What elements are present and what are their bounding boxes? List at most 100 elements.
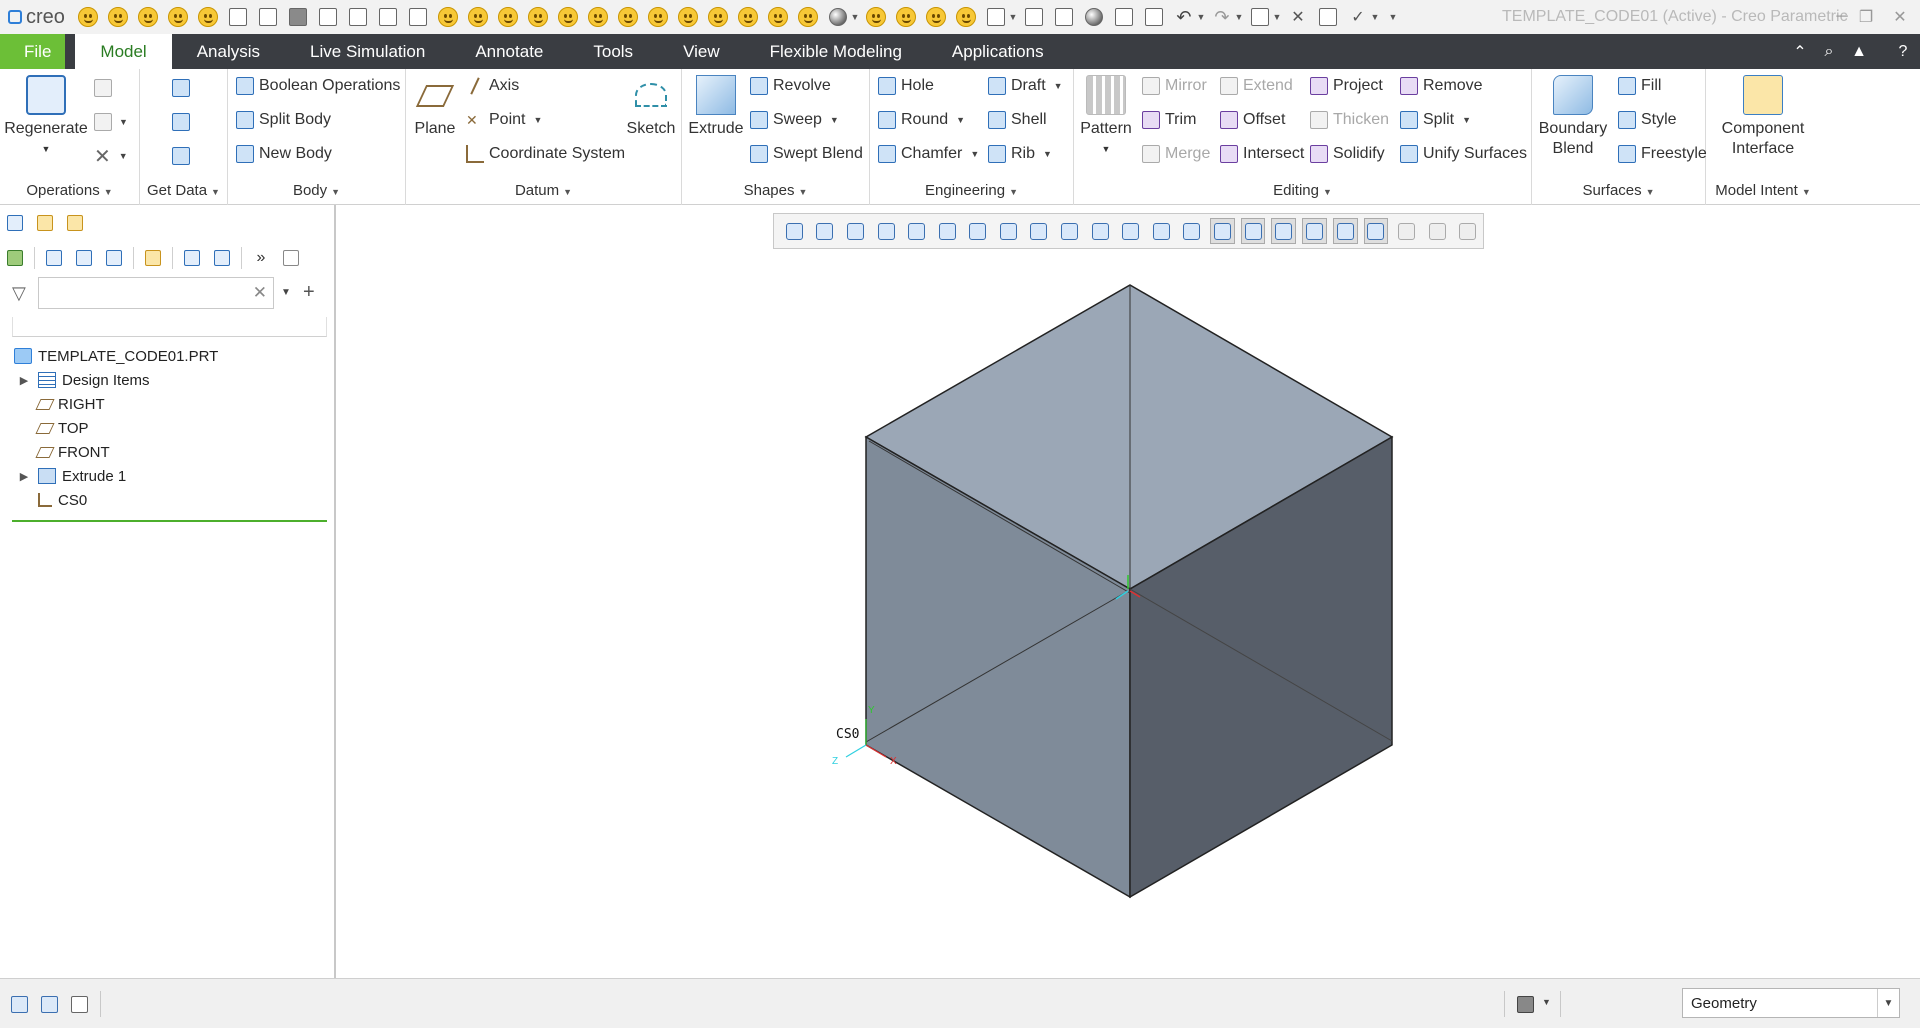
shell-button[interactable]: Shell [988,107,1047,133]
expand-arrow-icon[interactable]: ▶ [16,468,32,484]
smiley-icon[interactable] [163,2,193,32]
coordinate-system-button[interactable]: Coordinate System [466,141,625,167]
split-body-button[interactable]: Split Body [236,107,331,133]
fill-button[interactable]: Fill [1618,73,1661,99]
smiley-icon[interactable] [523,2,553,32]
smiley-icon[interactable] [643,2,673,32]
search-options-icon[interactable]: ▼ [281,287,291,298]
check-icon[interactable]: ✓ [1343,2,1373,32]
smiley-icon[interactable] [493,2,523,32]
tab-live-simulation[interactable]: Live Simulation [285,34,450,69]
no-entry-icon[interactable] [1079,2,1109,32]
tab-file[interactable]: File [0,34,66,69]
tab-tools[interactable]: Tools [568,34,658,69]
chevron-down-icon[interactable]: ▼ [1877,989,1899,1017]
sphere-icon[interactable] [823,2,853,32]
find-icon[interactable] [1514,993,1536,1015]
tab-applications[interactable]: Applications [927,34,1069,69]
group-label-model-intent[interactable]: Model Intent ▼ [1706,182,1820,199]
smiley-icon[interactable] [193,2,223,32]
smiley-icon[interactable] [553,2,583,32]
smiley-icon[interactable] [891,2,921,32]
extend-button[interactable]: Extend [1220,73,1293,99]
chamfer-button[interactable]: Chamfer ▼ [878,141,979,167]
component-interface-button[interactable]: Component Interface [1710,75,1816,159]
copy-button[interactable] [94,75,117,101]
rib-button[interactable]: Rib ▼ [988,141,1052,167]
tree-item-front[interactable]: FRONT [0,440,336,464]
close-window-icon[interactable]: ✕ [1283,2,1313,32]
erase-icon[interactable] [373,2,403,32]
thicken-button[interactable]: Thicken [1310,107,1389,133]
extrude-button[interactable]: Extrude [688,75,744,139]
group-label-operations[interactable]: Operations ▼ [0,182,139,199]
split-button[interactable]: Split ▼ [1400,107,1471,133]
round-button[interactable]: Round ▼ [878,107,965,133]
model-tree-tab-icon[interactable] [4,213,26,233]
group-label-shapes[interactable]: Shapes ▼ [682,182,869,199]
paste-button[interactable]: ▼ [94,109,128,135]
swept-blend-button[interactable]: Swept Blend [750,141,863,167]
full-screen-icon[interactable] [68,993,90,1015]
group-label-body[interactable]: Body ▼ [228,182,405,199]
tab-flexible-modeling[interactable]: Flexible Modeling [745,34,927,69]
redo-icon[interactable]: ↷ [1207,2,1237,32]
smiley-icon[interactable] [763,2,793,32]
smiley-icon[interactable] [951,2,981,32]
text-icon[interactable] [1313,2,1343,32]
edit-icon[interactable] [343,2,373,32]
delete-button[interactable]: ✕ ▼ [94,143,128,169]
save-icon[interactable] [283,2,313,32]
measure-icon[interactable] [981,2,1011,32]
axis-button[interactable]: Axis [466,73,519,99]
smiley-icon[interactable] [463,2,493,32]
wave-icon[interactable] [1049,2,1079,32]
layers-icon[interactable] [142,248,164,268]
selection-filter-dropdown[interactable]: Geometry ▼ [1682,988,1900,1018]
favorites-tab-icon[interactable] [64,213,86,233]
sketch-icon[interactable] [1019,2,1049,32]
search-icon[interactable]: ⌕ [1816,34,1842,69]
find-options-icon[interactable]: ▼ [1542,997,1551,1007]
tree-item-right[interactable]: RIGHT [0,392,336,416]
tree-item-cs0[interactable]: CS0 [0,488,336,512]
point-button[interactable]: ✕ Point ▼ [466,107,542,133]
tree-filter-icon[interactable] [73,248,95,268]
show-icon[interactable] [211,248,233,268]
tree-item-top[interactable]: TOP [0,416,336,440]
draft-button[interactable]: Draft ▼ [988,73,1063,99]
smiley-icon[interactable] [921,2,951,32]
tree-item-extrude-1[interactable]: ▶ Extrude 1 [0,464,336,488]
expand-arrow-icon[interactable]: ▶ [16,372,32,388]
close-icon[interactable]: ✕ [1880,0,1920,34]
smiley-icon[interactable] [861,2,891,32]
clear-search-icon[interactable]: ✕ [253,283,267,303]
mirror-button[interactable]: Mirror [1142,73,1207,99]
smiley-icon[interactable] [433,2,463,32]
freestyle-button[interactable]: Freestyle [1618,141,1707,167]
tab-view[interactable]: View [658,34,745,69]
unify-surfaces-button[interactable]: Unify Surfaces [1400,141,1527,167]
smiley-icon[interactable] [583,2,613,32]
more-icon[interactable]: » [250,248,272,268]
customize-qat-icon[interactable]: ▼ [1387,12,1399,22]
help-icon[interactable]: ? [1890,34,1916,69]
smiley-icon[interactable] [613,2,643,32]
boolean-operations-button[interactable]: Boolean Operations [236,73,400,99]
project-button[interactable]: Project [1310,73,1383,99]
trim-button[interactable]: Trim [1142,107,1196,133]
insert-here-marker[interactable] [12,520,327,522]
tab-annotate[interactable]: Annotate [450,34,568,69]
details-icon[interactable] [280,248,302,268]
merge-button[interactable]: Merge [1142,141,1210,167]
group-label-editing[interactable]: Editing ▼ [1074,182,1531,199]
group-label-engineering[interactable]: Engineering ▼ [870,182,1073,199]
user-defined-feature-button[interactable] [172,75,195,101]
tree-item-design-items[interactable]: ▶ Design Items [0,368,336,392]
tree-columns-icon[interactable] [103,248,125,268]
smiley-icon[interactable] [703,2,733,32]
tab-model[interactable]: Model [75,34,172,69]
group-label-surfaces[interactable]: Surfaces ▼ [1532,182,1705,199]
smiley-icon[interactable] [73,2,103,32]
regenerate-button[interactable]: Regenerate ▼ [4,75,88,159]
